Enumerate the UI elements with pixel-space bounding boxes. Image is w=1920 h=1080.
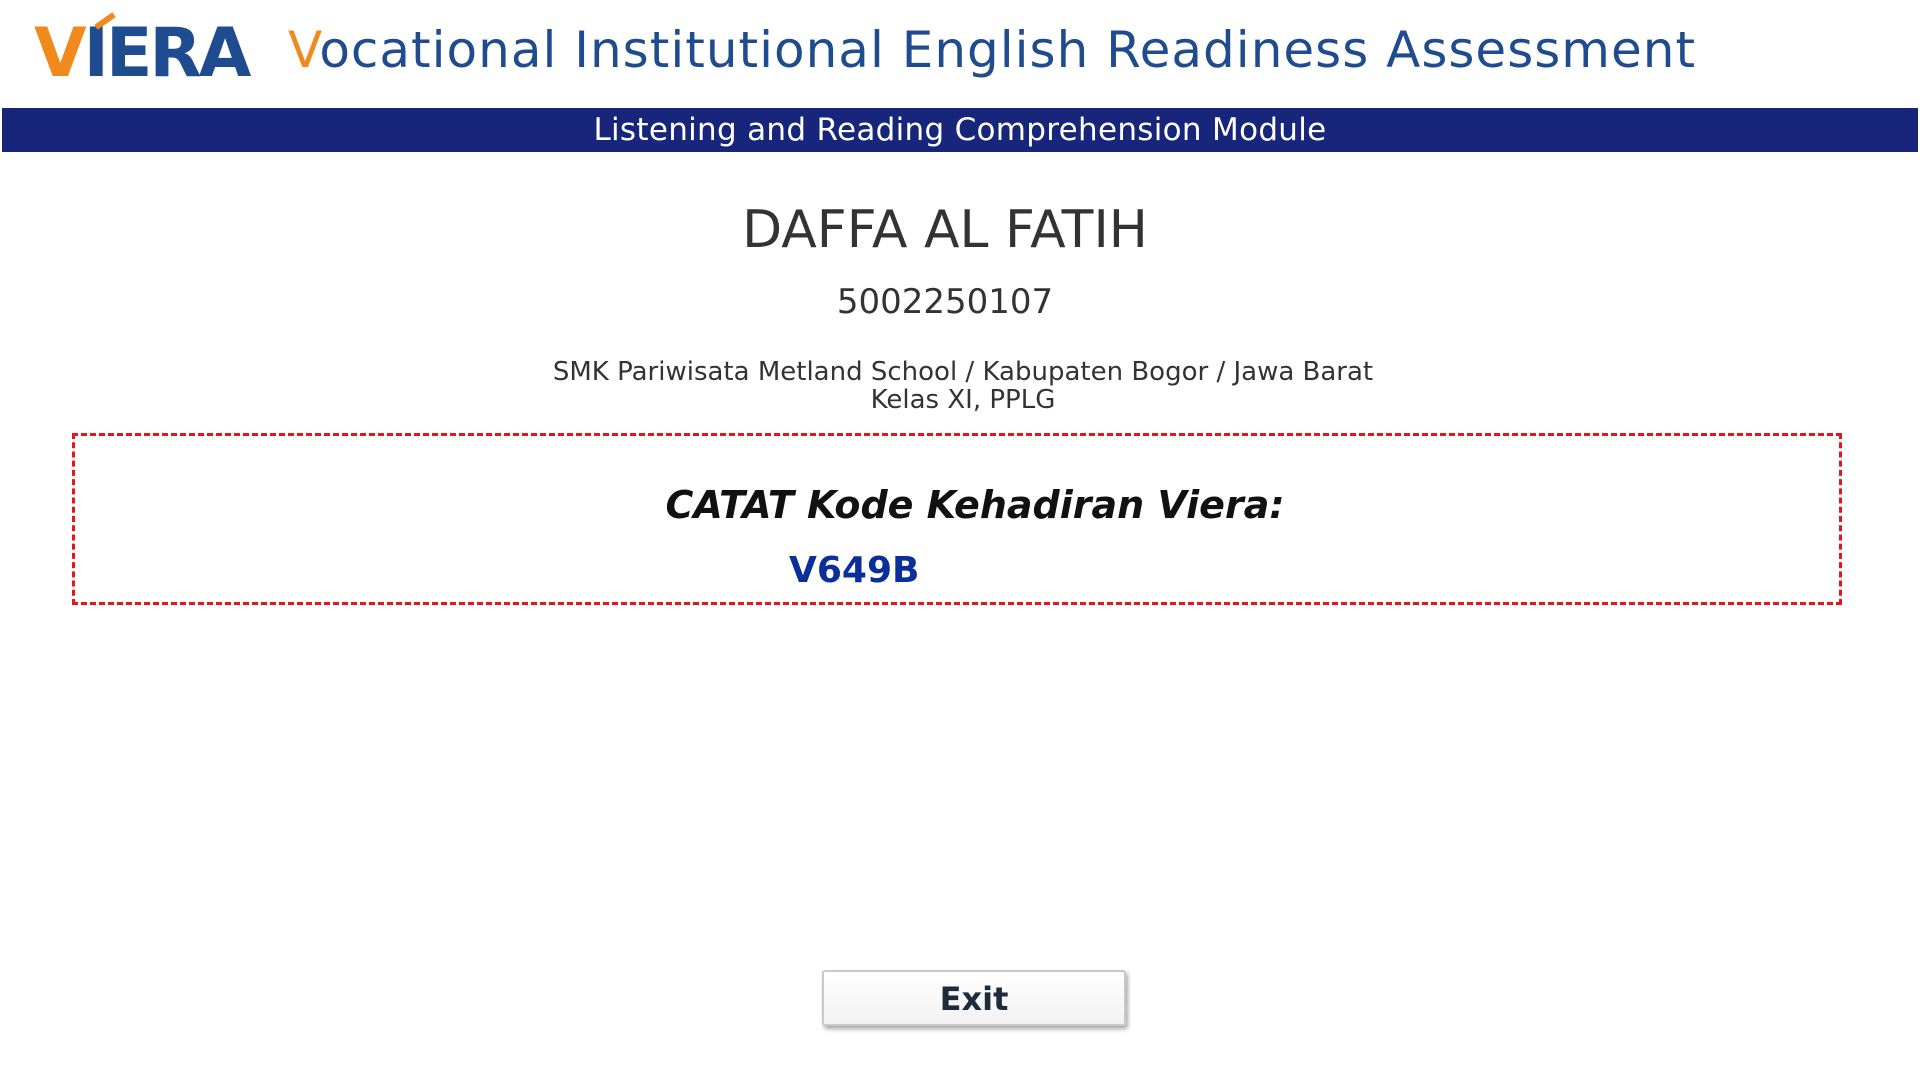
viera-logo: VIERA (34, 14, 251, 93)
module-title: Listening and Reading Comprehension Modu… (593, 112, 1327, 148)
app-title-first-letter: V (288, 21, 320, 79)
completion-page: VIERA Vocational Institutional English R… (0, 0, 1920, 1080)
app-title-rest: ocational Institutional English Readines… (319, 21, 1697, 79)
school-info: SMK Pariwisata Metland School / Kabupate… (552, 357, 1374, 387)
student-name: DAFFA AL FATIH (742, 200, 1148, 260)
exit-button[interactable]: Exit (822, 970, 1126, 1026)
attendance-code-value: V649B (789, 550, 920, 591)
app-title: Vocational Institutional English Readine… (288, 20, 1696, 80)
attendance-code-label: CATAT Kode Kehadiran Viera: (665, 483, 1285, 527)
attendance-code-box: CATAT Kode Kehadiran Viera: V649B (72, 433, 1842, 605)
student-id: 5002250107 (836, 282, 1054, 322)
module-title-bar: Listening and Reading Comprehension Modu… (2, 108, 1918, 152)
app-header: VIERA Vocational Institutional English R… (0, 0, 1920, 105)
class-info: Kelas XI, PPLG (870, 385, 1056, 415)
